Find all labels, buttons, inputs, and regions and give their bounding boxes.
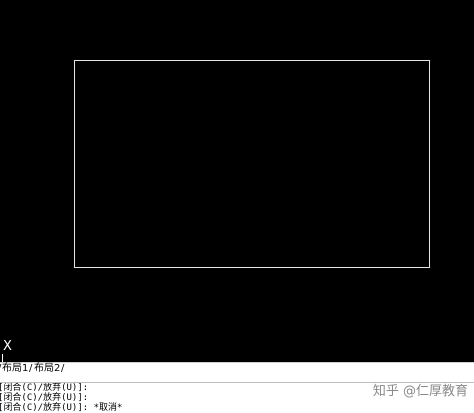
watermark-text: 知乎 @仁厚教育 (372, 384, 468, 399)
tab-separator: / (29, 363, 33, 374)
drawing-canvas[interactable]: X (0, 0, 474, 362)
command-history-line: [闭合(C)/放弃(U)]: *取消* (0, 403, 123, 413)
ucs-x-axis-label: X (3, 339, 12, 354)
cad-application: X / 布局1 / 布局2 / [闭合(C)/放弃(U)]: [闭合(C)/放弃… (0, 0, 474, 413)
drawn-rectangle[interactable] (74, 60, 430, 268)
tab-layout2[interactable]: 布局2 (33, 363, 61, 375)
command-history-line: [闭合(C)/放弃(U)]: (0, 393, 89, 403)
ucs-axis-line (2, 354, 3, 362)
command-window-splitter[interactable] (0, 375, 474, 383)
command-history-line: [闭合(C)/放弃(U)]: (0, 383, 89, 393)
layout-tab-bar: / 布局1 / 布局2 / (0, 362, 474, 375)
tab-separator: / (61, 363, 65, 374)
tab-layout1[interactable]: 布局1 (1, 363, 29, 375)
